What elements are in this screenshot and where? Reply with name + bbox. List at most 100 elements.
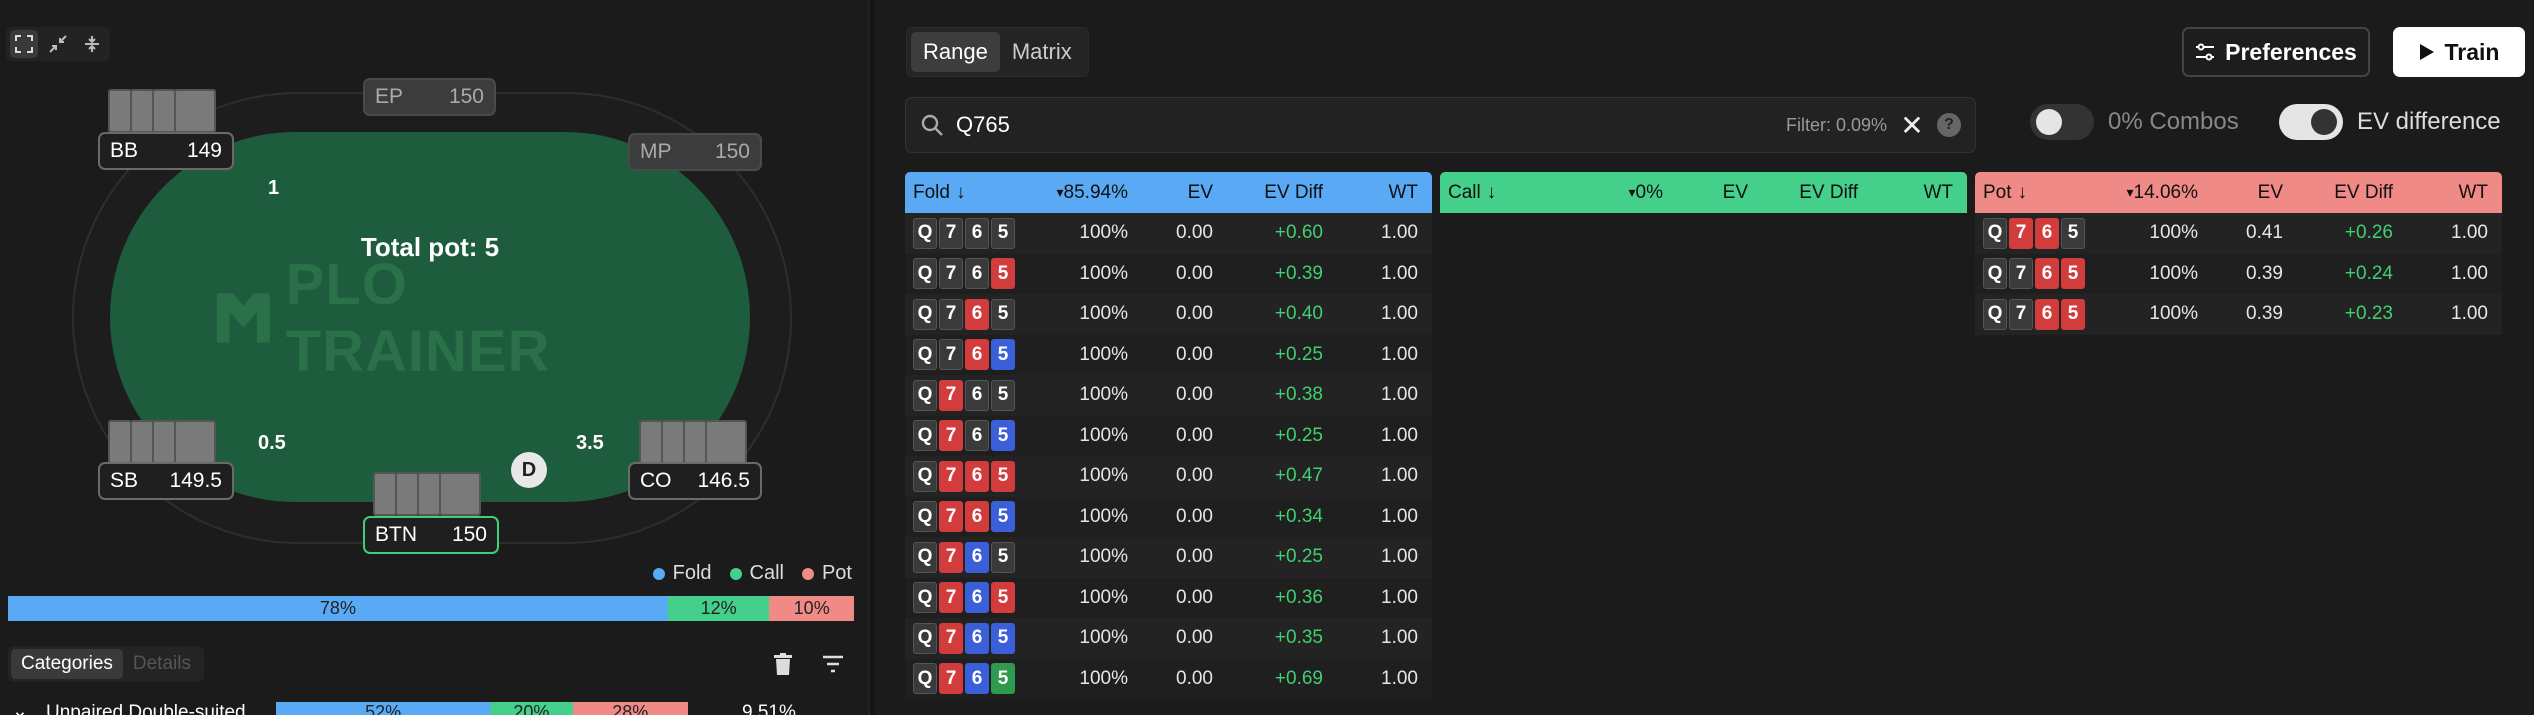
playing-card: Q [913,258,937,290]
fullscreen-icon[interactable] [10,30,38,58]
total-pot: Total pot: 5 [360,232,500,262]
column-header[interactable]: Call ↓ ▾ 0% EV EV Diff WT [1440,172,1967,213]
playing-card: 5 [991,379,1015,411]
range-panel: Range Matrix Preferences Train Filter: 0… [875,0,2534,715]
hand-ev-diff: +0.26 [2344,222,2393,244]
hand-frequency: 100% [1079,505,1128,527]
clear-icon[interactable]: ✕ [1899,109,1925,142]
hand-ev: 0.00 [1176,586,1213,608]
play-icon [2419,44,2434,60]
seat-co[interactable]: CO 146.5 [628,462,762,500]
plo-trainer-logo: PLO TRAINER [215,252,655,384]
ev-header: EV [2257,181,2283,203]
sort-icon[interactable]: ▾ [2127,184,2134,201]
hand-cards: Q765 [1983,258,2103,290]
playing-card: 5 [991,501,1015,533]
seat-btn[interactable]: BTN 150 [363,516,499,554]
download-icon[interactable]: ↓ [2018,182,2028,204]
seat-stack: 149.5 [169,469,222,492]
hand-row[interactable]: Q 7 6 5 100% 0.41 +0.26 1.00 [1975,213,2502,254]
hand-row[interactable]: Q 7 6 5 100% 0.00 +0.25 1.00 [905,415,1432,456]
tab-range[interactable]: Range [911,32,1000,72]
search-input[interactable] [956,112,1774,138]
playing-card: Q [913,298,937,330]
tab-categories[interactable]: Categories [11,649,123,679]
seat-name: SB [110,469,139,492]
co-hole-cards [639,420,747,464]
bet-sb: 0.5 [258,432,286,454]
hand-frequency: 100% [2149,222,2198,244]
column-header[interactable]: Pot ↓ ▾ 14.06% EV EV Diff WT [1975,172,2502,213]
compress-vertical-icon[interactable] [78,30,106,58]
ev-diff-header: EV Diff [2334,181,2393,203]
combos-toggle[interactable] [2030,104,2094,140]
playing-card: 7 [939,582,963,614]
playing-card: 5 [991,258,1015,290]
ev-diff-label: EV difference [2357,108,2501,135]
train-button[interactable]: Train [2393,27,2525,77]
hand-ev-diff: +0.24 [2344,262,2393,284]
playing-card: 6 [965,622,989,654]
ev-diff-toggle-row: EV difference [2279,104,2501,140]
wt-header: WT [1923,181,1953,203]
hand-cards: Q765 [913,663,1033,695]
hand-row[interactable]: Q 7 6 5 100% 0.00 +0.40 1.00 [905,294,1432,335]
playing-card: Q [913,217,937,249]
hand-row[interactable]: Q 7 6 5 100% 0.39 +0.24 1.00 [1975,253,2502,294]
hand-weight: 1.00 [2451,222,2488,244]
seat-bb[interactable]: BB 149 [98,132,234,170]
action-frequency-bar: 78% 12% 10% [8,596,854,621]
hand-cards: Q765 [913,258,1033,290]
playing-card: 6 [2035,298,2059,330]
hand-ev-diff: +0.69 [1274,667,1323,689]
filter-icon[interactable] [818,649,848,679]
download-icon[interactable]: ↓ [1487,182,1497,204]
sort-icon[interactable]: ▾ [1057,184,1064,201]
hand-row[interactable]: Q 7 6 5 100% 0.00 +0.35 1.00 [905,618,1432,659]
playing-card: 5 [991,217,1015,249]
tab-matrix[interactable]: Matrix [1000,32,1084,72]
search-icon [921,114,943,136]
trash-icon[interactable] [768,649,798,679]
hand-frequency: 100% [2149,303,2198,325]
collapse-icon[interactable] [44,30,72,58]
hand-frequency: 100% [1079,546,1128,568]
seat-ep[interactable]: EP 150 [363,78,496,116]
hand-row[interactable]: Q 7 6 5 100% 0.00 +0.36 1.00 [905,577,1432,618]
hand-ev: 0.00 [1176,343,1213,365]
hand-row[interactable]: Q 7 6 5 100% 0.39 +0.23 1.00 [1975,294,2502,335]
playing-card: 5 [991,460,1015,492]
hand-row[interactable]: Q 7 6 5 100% 0.00 +0.47 1.00 [905,456,1432,497]
help-icon[interactable]: ? [1937,113,1961,137]
seat-sb[interactable]: SB 149.5 [98,462,234,500]
hand-row[interactable]: Q 7 6 5 100% 0.00 +0.60 1.00 [905,213,1432,254]
hand-frequency: 100% [1079,384,1128,406]
hand-cards: Q765 [913,298,1033,330]
hand-row[interactable]: Q 7 6 5 100% 0.00 +0.69 1.00 [905,658,1432,699]
table-toolbar [6,27,110,61]
ev-diff-toggle[interactable] [2279,104,2343,140]
hand-row[interactable]: Q 7 6 5 100% 0.00 +0.38 1.00 [905,375,1432,416]
hand-cards: Q765 [913,501,1033,533]
hand-weight: 1.00 [1381,222,1418,244]
hand-row[interactable]: Q 7 6 5 100% 0.00 +0.25 1.00 [905,334,1432,375]
preferences-button[interactable]: Preferences [2182,27,2370,77]
hand-row[interactable]: Q 7 6 5 100% 0.00 +0.39 1.00 [905,253,1432,294]
playing-card: 5 [2061,217,2085,249]
column-header[interactable]: Fold ↓ ▾ 85.94% EV EV Diff WT [905,172,1432,213]
playing-card: 7 [939,258,963,290]
playing-card: 6 [2035,217,2059,249]
playing-card: 7 [939,339,963,371]
tab-details[interactable]: Details [123,649,201,679]
download-icon[interactable]: ↓ [956,182,966,204]
hand-frequency: 100% [1079,586,1128,608]
action-frequency: ▾ 85.94% [1056,181,1128,203]
category-row[interactable]: ⌄ Unpaired Double-suited 52% 20% 28% 9.5… [8,700,868,715]
hand-row[interactable]: Q 7 6 5 100% 0.00 +0.25 1.00 [905,537,1432,578]
hand-ev: 0.00 [1176,424,1213,446]
seat-mp[interactable]: MP 150 [628,133,762,171]
hand-cards: Q765 [913,217,1033,249]
hand-weight: 1.00 [2451,303,2488,325]
hand-row[interactable]: Q 7 6 5 100% 0.00 +0.34 1.00 [905,496,1432,537]
sort-icon[interactable]: ▾ [1629,184,1636,201]
